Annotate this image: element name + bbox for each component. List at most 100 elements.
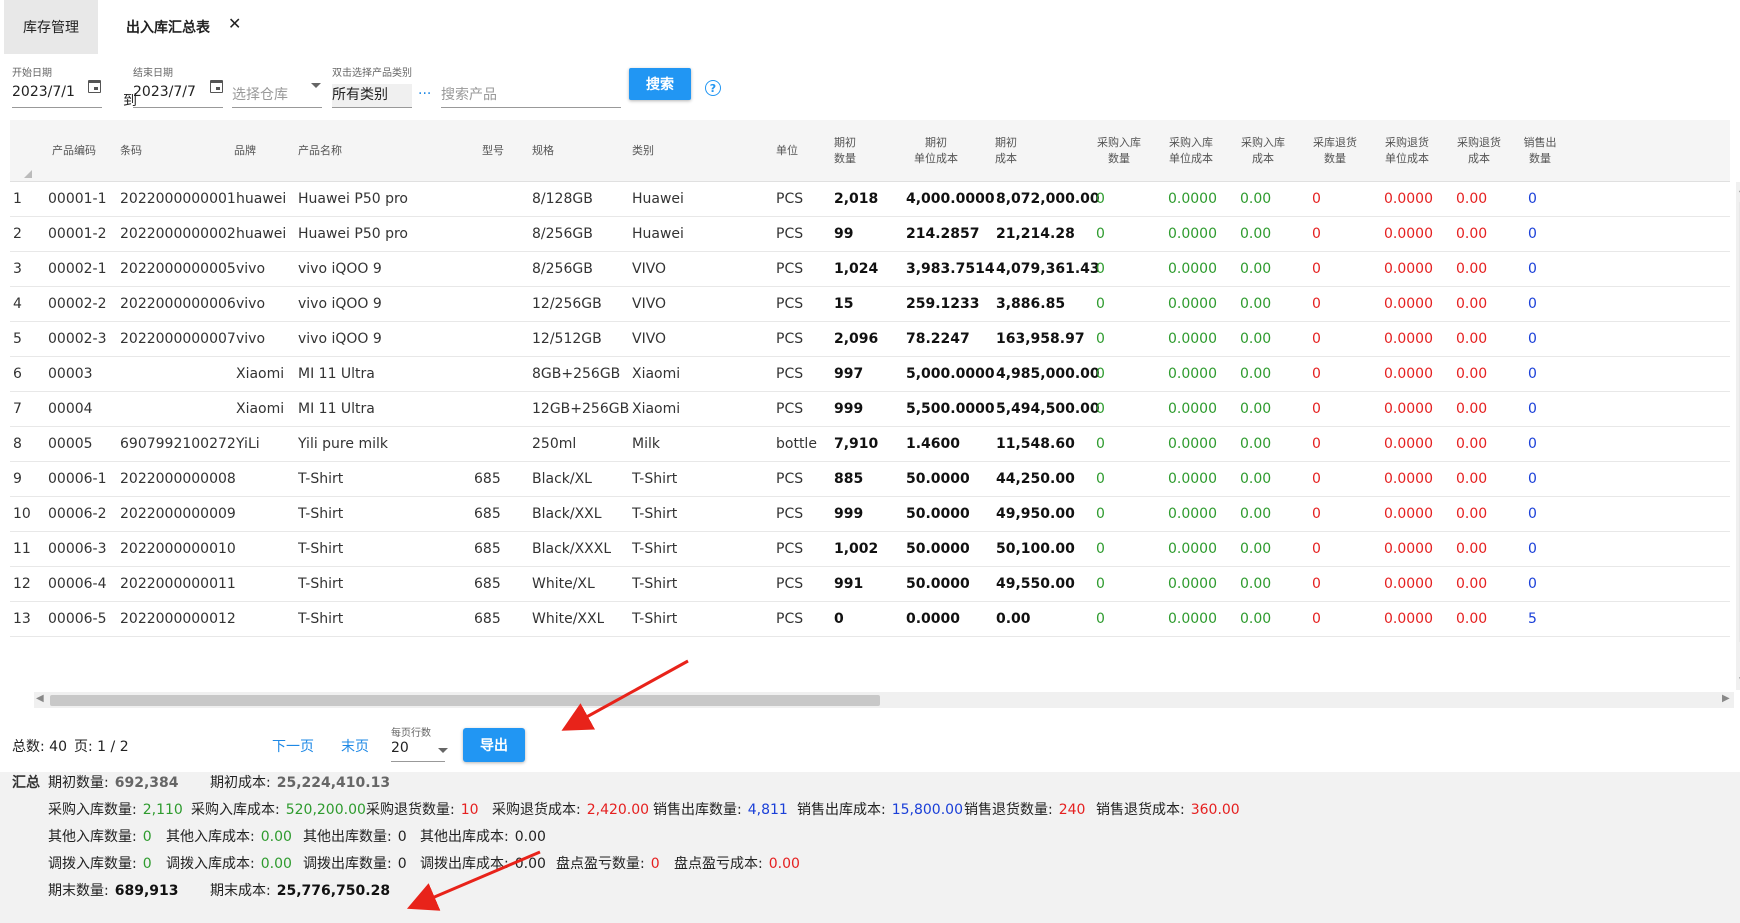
cell-pur-ret-qty: 0 xyxy=(1312,226,1321,242)
column-header-model[interactable]: 型号 xyxy=(482,120,504,182)
cell-open-cost: 4,079,361.43 xyxy=(996,261,1100,277)
cell-category: T-Shirt xyxy=(632,611,678,627)
cell-pur-ret-qty: 0 xyxy=(1312,576,1321,592)
table-row[interactable]: 1 00001-1 2022000000001 huawei Huawei P50 pr… xyxy=(10,182,1730,217)
cell-pur-in-unit-cost: 0.0000 xyxy=(1168,191,1217,207)
cell-category: VIVO xyxy=(632,296,667,312)
vertical-scrollbar[interactable]: ▲ ▼ xyxy=(1736,182,1740,690)
row-number: 12 xyxy=(13,576,31,592)
warehouse-placeholder[interactable]: 选择仓库 xyxy=(232,84,322,108)
summary-other-out-qty: 其他出库数量: 0 xyxy=(303,829,407,845)
horizontal-scroll-thumb[interactable] xyxy=(50,695,880,706)
cell-open-cost: 5,494,500.00 xyxy=(996,401,1100,417)
table-row[interactable]: 5 00002-3 2022000000007 vivo vivo iQOO 9 12/5… xyxy=(10,322,1730,357)
table-row[interactable]: 8 00005 6907992100272 YiLi Yili pure milk 250… xyxy=(10,427,1730,462)
table-row[interactable]: 13 00006-5 2022000000012 T-Shirt 685 White/XX… xyxy=(10,602,1730,637)
cell-barcode: 2022000000009 xyxy=(120,506,236,522)
column-header-open-unit-cost[interactable]: 期初 单位成本 xyxy=(902,120,970,182)
cell-category: VIVO xyxy=(632,261,667,277)
horizontal-scrollbar[interactable]: ◀ ▶ xyxy=(34,692,1734,708)
cell-open-unit-cost: 259.1233 xyxy=(906,296,980,312)
cell-open-unit-cost: 214.2857 xyxy=(906,226,980,242)
column-header-brand[interactable]: 品牌 xyxy=(234,120,256,182)
category-more-button[interactable]: ... xyxy=(418,82,431,98)
next-page-link[interactable]: 下一页 xyxy=(272,736,314,756)
table-row[interactable]: 12 00006-4 2022000000011 T-Shirt 685 White/XL… xyxy=(10,567,1730,602)
cell-open-qty: 99 xyxy=(834,226,854,242)
column-header-name[interactable]: 产品名称 xyxy=(298,120,342,182)
page-size-select[interactable]: 20 xyxy=(391,740,445,762)
cell-code: 00006-2 xyxy=(48,506,107,522)
table-row[interactable]: 10 00006-2 2022000000009 T-Shirt 685 Black/XX… xyxy=(10,497,1730,532)
chevron-down-icon[interactable] xyxy=(438,748,448,753)
cell-pur-in-cost: 0.00 xyxy=(1240,436,1272,452)
table-row[interactable]: 4 00002-2 2022000000006 vivo vivo iQOO 9 12/2… xyxy=(10,287,1730,322)
row-number: 13 xyxy=(13,611,31,627)
cell-code: 00002-1 xyxy=(48,261,107,277)
column-header-pur-ret-qty[interactable]: 采库退货 数量 xyxy=(1304,120,1366,182)
cell-pur-ret-unit-cost: 0.0000 xyxy=(1384,366,1433,382)
column-header-pur-in-qty[interactable]: 采购入库 数量 xyxy=(1088,120,1150,182)
column-header-barcode[interactable]: 条码 xyxy=(120,120,142,182)
column-header-open-cost[interactable]: 期初 成本 xyxy=(978,120,1034,182)
row-number: 9 xyxy=(13,471,22,487)
column-header-pur-in-cost[interactable]: 采购入库 成本 xyxy=(1232,120,1294,182)
search-button[interactable]: 搜索 xyxy=(629,68,691,100)
scroll-left-icon[interactable]: ◀ xyxy=(36,693,44,704)
last-page-link[interactable]: 末页 xyxy=(341,736,369,756)
column-header-category[interactable]: 类别 xyxy=(632,120,654,182)
cell-open-cost: 49,950.00 xyxy=(996,506,1075,522)
cell-pur-in-unit-cost: 0.0000 xyxy=(1168,261,1217,277)
cell-category: Huawei xyxy=(632,191,684,207)
table-row[interactable]: 2 00001-2 2022000000002 huawei Huawei P50 pr… xyxy=(10,217,1730,252)
table-row[interactable]: 9 00006-1 2022000000008 T-Shirt 685 Black/XL T… xyxy=(10,462,1730,497)
table-row[interactable]: 3 00002-1 2022000000005 vivo vivo iQOO 9 8/25… xyxy=(10,252,1730,287)
row-number: 7 xyxy=(13,401,22,417)
category-value[interactable]: 所有类别 xyxy=(332,84,412,108)
tab-inout-summary[interactable]: 出入库汇总表 xyxy=(126,0,210,54)
export-button[interactable]: 导出 xyxy=(463,728,525,762)
tab-bar: 库存管理 出入库汇总表 ✕ xyxy=(0,0,1740,54)
column-header-pur-ret-cost[interactable]: 采购退货 成本 xyxy=(1448,120,1510,182)
cell-spec: 8/256GB xyxy=(532,226,593,242)
scroll-right-icon[interactable]: ▶ xyxy=(1722,693,1730,704)
cell-pur-in-unit-cost: 0.0000 xyxy=(1168,331,1217,347)
cell-open-unit-cost: 4,000.0000 xyxy=(906,191,995,207)
cell-category: Huawei xyxy=(632,226,684,242)
table-row[interactable]: 6 00003 Xiaomi MI 11 Ultra 8GB+256GB Xiaomi PC… xyxy=(10,357,1730,392)
column-header-spec[interactable]: 规格 xyxy=(532,120,554,182)
cell-pur-in-unit-cost: 0.0000 xyxy=(1168,296,1217,312)
chevron-down-icon[interactable] xyxy=(311,83,321,88)
cell-pur-in-qty: 0 xyxy=(1096,366,1105,382)
column-header-open-qty[interactable]: 期初 数量 xyxy=(822,120,868,182)
cell-pur-ret-unit-cost: 0.0000 xyxy=(1384,506,1433,522)
table-row[interactable]: 7 00004 Xiaomi MI 11 Ultra 12GB+256GB Xiaomi P… xyxy=(10,392,1730,427)
column-header-text: 单位成本 xyxy=(1385,152,1429,165)
column-header-text: 单位 xyxy=(776,144,798,157)
cell-open-qty: 999 xyxy=(834,401,864,417)
column-header-text: 规格 xyxy=(532,144,554,157)
product-search-input[interactable]: 搜索产品 xyxy=(441,84,621,108)
tab-inventory-management[interactable]: 库存管理 xyxy=(4,0,98,54)
cell-pur-in-qty: 0 xyxy=(1096,261,1105,277)
column-header-pur-in-unit-cost[interactable]: 采购入库 单位成本 xyxy=(1160,120,1222,182)
cell-name: Huawei P50 pro xyxy=(298,226,408,242)
column-header-unit[interactable]: 单位 xyxy=(776,120,798,182)
summary-title: 汇总 xyxy=(12,775,40,791)
row-number: 1 xyxy=(13,191,22,207)
calendar-icon[interactable] xyxy=(210,80,223,93)
cell-spec: Black/XXXL xyxy=(532,541,612,557)
summary-close-cost: 期末成本: 25,776,750.28 xyxy=(210,883,391,899)
summary-pur-in-cost: 采购入库成本: 520,200.00 xyxy=(191,802,366,818)
column-header-code[interactable]: 产品编码 xyxy=(52,120,96,182)
column-header-pur-ret-unit-cost[interactable]: 采购退货 单位成本 xyxy=(1376,120,1438,182)
column-header-sale-out-qty[interactable]: 销售出 数量 xyxy=(1520,120,1560,182)
help-icon[interactable]: ? xyxy=(705,80,721,96)
cell-open-unit-cost: 5,500.0000 xyxy=(906,401,995,417)
table-row[interactable]: 11 00006-3 2022000000010 T-Shirt 685 Black/XX… xyxy=(10,532,1730,567)
cell-barcode: 2022000000006 xyxy=(120,296,236,312)
close-icon[interactable]: ✕ xyxy=(228,14,241,33)
cell-model: 685 xyxy=(474,541,501,557)
app-root: 库存管理 出入库汇总表 ✕ 开始日期 2023/7/1 到 结束日期 2023/… xyxy=(0,0,1740,923)
calendar-icon[interactable] xyxy=(88,80,101,93)
